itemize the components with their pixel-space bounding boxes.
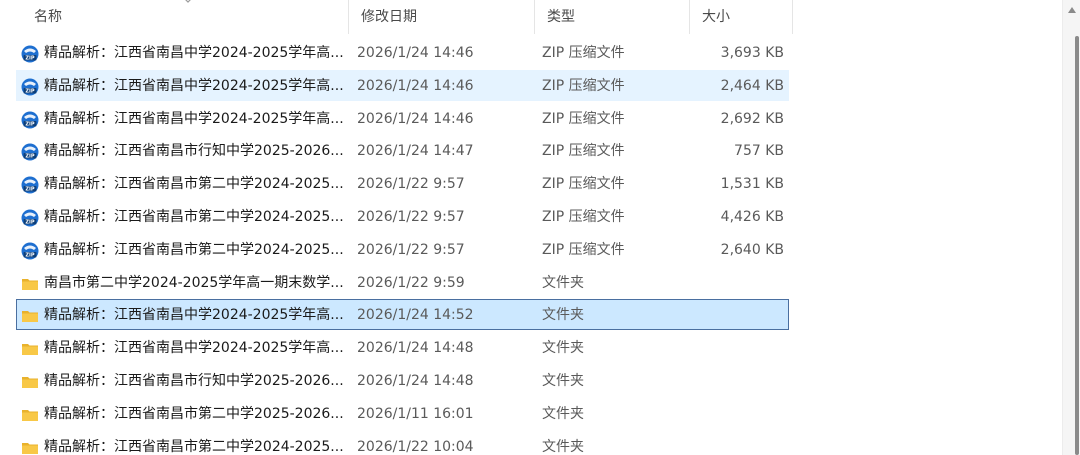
file-date-modified: 2026/1/24 14:47 (357, 143, 474, 160)
file-name: 精品解析：江西省南昌市行知中学2025-2026... (44, 143, 344, 160)
file-size: 2,640 KB (720, 241, 784, 258)
file-date-modified: 2026/1/22 9:57 (357, 241, 465, 258)
file-type: 文件夹 (542, 438, 584, 455)
file-type: 文件夹 (542, 405, 584, 422)
svg-text:ZIP: ZIP (25, 56, 34, 62)
file-row[interactable]: ZIP 精品解析：江西省南昌市第二中学2024-2025... 2026/1/22… (16, 168, 789, 199)
svg-text:ZIP: ZIP (25, 187, 34, 193)
file-row[interactable]: ZIP 精品解析：江西省南昌市第二中学2024-2025... 2026/1/22… (16, 201, 789, 232)
zip-archive-icon: ZIP (21, 143, 39, 161)
file-type: ZIP 压缩文件 (542, 77, 625, 94)
file-row[interactable]: 精品解析：江西省南昌市行知中学2025-2026... 2026/1/24 14:… (16, 365, 789, 396)
column-header-bar: 名称 修改日期 类型 大小 (0, 0, 1062, 34)
file-row[interactable]: 精品解析：江西省南昌中学2024-2025学年高... 2026/1/24 14:… (16, 332, 789, 363)
scrollbar-thumb[interactable] (1075, 36, 1079, 455)
file-date-modified: 2026/1/24 14:52 (357, 307, 474, 324)
file-name: 精品解析：江西省南昌市行知中学2025-2026... (44, 373, 344, 389)
file-date-modified: 2026/1/22 9:57 (357, 176, 465, 193)
file-row[interactable]: ZIP 精品解析：江西省南昌中学2024-2025学年高... 2026/1/24… (16, 37, 789, 68)
file-size: 1,531 KB (720, 176, 784, 193)
file-row[interactable]: ZIP 精品解析：江西省南昌中学2024-2025学年高... 2026/1/24… (16, 69, 789, 101)
zip-archive-icon: ZIP (21, 45, 39, 63)
file-type: 文件夹 (542, 373, 584, 389)
file-size: 4,426 KB (720, 209, 784, 225)
column-header-name[interactable]: 名称 (22, 0, 349, 34)
file-type: 文件夹 (542, 340, 584, 357)
file-row[interactable]: ZIP 精品解析：江西省南昌市行知中学2025-2026... 2026/1/24… (16, 135, 789, 166)
folder-icon (21, 307, 39, 325)
folder-icon (21, 340, 39, 358)
file-type: ZIP 压缩文件 (542, 241, 625, 258)
file-name: 精品解析：江西省南昌市第二中学2024-2025... (44, 438, 344, 455)
file-size (687, 366, 784, 397)
file-date-modified: 2026/1/24 14:46 (357, 77, 474, 94)
file-type: ZIP 压缩文件 (542, 143, 625, 160)
file-date-modified: 2026/1/24 14:48 (357, 373, 474, 389)
file-size (687, 432, 784, 455)
svg-text:ZIP: ZIP (25, 252, 34, 258)
file-date-modified: 2026/1/22 10:04 (357, 438, 474, 455)
file-name: 南昌市第二中学2024-2025学年高一期末数学... (44, 274, 344, 291)
svg-text:ZIP: ZIP (25, 154, 34, 160)
file-size (687, 399, 784, 430)
file-row[interactable]: 精品解析：江西省南昌市第二中学2024-2025... 2026/1/22 10:… (16, 431, 789, 455)
file-size: 2,692 KB (720, 110, 784, 127)
file-date-modified: 2026/1/24 14:46 (357, 45, 474, 61)
file-size: 2,464 KB (720, 77, 784, 94)
file-date-modified: 2026/1/11 16:01 (357, 405, 474, 422)
svg-text:ZIP: ZIP (25, 220, 34, 226)
file-name: 精品解析：江西省南昌中学2024-2025学年高... (44, 77, 344, 94)
file-name: 精品解析：江西省南昌中学2024-2025学年高... (44, 110, 344, 127)
file-name: 精品解析：江西省南昌中学2024-2025学年高... (44, 45, 344, 61)
zip-archive-icon: ZIP (21, 242, 39, 260)
file-name: 精品解析：江西省南昌市第二中学2024-2025... (44, 176, 344, 193)
file-row[interactable]: ZIP 精品解析：江西省南昌市第二中学2024-2025... 2026/1/22… (16, 234, 789, 265)
file-type: ZIP 压缩文件 (542, 176, 625, 193)
file-name: 精品解析：江西省南昌市第二中学2025-2026... (44, 405, 344, 422)
folder-icon (21, 275, 39, 293)
zip-archive-icon: ZIP (21, 78, 39, 96)
file-name: 精品解析：江西省南昌市第二中学2024-2025... (44, 209, 344, 225)
vertical-scrollbar[interactable] (1062, 0, 1080, 455)
svg-text:ZIP: ZIP (25, 88, 34, 94)
column-header-size[interactable]: 大小 (690, 0, 793, 34)
file-name: 精品解析：江西省南昌市第二中学2024-2025... (44, 241, 344, 258)
file-size (687, 268, 784, 299)
file-name: 精品解析：江西省南昌中学2024-2025学年高... (44, 307, 344, 324)
svg-text:ZIP: ZIP (25, 121, 34, 127)
file-size (687, 300, 784, 331)
file-explorer-details-view: 名称 修改日期 类型 大小 ZIP 精品解析：江西省南昌中学2024-2025学… (0, 0, 1080, 455)
file-row[interactable]: 精品解析：江西省南昌中学2024-2025学年高... 2026/1/24 14:… (16, 299, 789, 331)
file-type: ZIP 压缩文件 (542, 110, 625, 127)
folder-icon (21, 373, 39, 391)
zip-archive-icon: ZIP (21, 111, 39, 129)
file-type: ZIP 压缩文件 (542, 209, 625, 225)
column-header-date-modified[interactable]: 修改日期 (349, 0, 535, 34)
folder-icon (21, 406, 39, 424)
file-type: 文件夹 (542, 307, 584, 324)
folder-icon (21, 439, 39, 455)
file-size: 3,693 KB (720, 45, 784, 61)
file-row[interactable]: 精品解析：江西省南昌市第二中学2025-2026... 2026/1/11 16:… (16, 398, 789, 429)
file-date-modified: 2026/1/22 9:59 (357, 274, 465, 291)
file-date-modified: 2026/1/24 14:48 (357, 340, 474, 357)
file-size: 757 KB (734, 143, 784, 160)
file-row[interactable]: 南昌市第二中学2024-2025学年高一期末数学... 2026/1/22 9:5… (16, 267, 789, 298)
file-name: 精品解析：江西省南昌中学2024-2025学年高... (44, 340, 344, 357)
column-header-type[interactable]: 类型 (535, 0, 690, 34)
file-type: ZIP 压缩文件 (542, 45, 625, 61)
file-size (687, 333, 784, 364)
zip-archive-icon: ZIP (21, 209, 39, 227)
file-date-modified: 2026/1/22 9:57 (357, 209, 465, 225)
scroll-up-arrow-icon[interactable] (1067, 6, 1077, 14)
file-row[interactable]: ZIP 精品解析：江西省南昌中学2024-2025学年高... 2026/1/24… (16, 103, 789, 134)
file-type: 文件夹 (542, 274, 584, 291)
file-date-modified: 2026/1/24 14:46 (357, 110, 474, 127)
zip-archive-icon: ZIP (21, 176, 39, 194)
